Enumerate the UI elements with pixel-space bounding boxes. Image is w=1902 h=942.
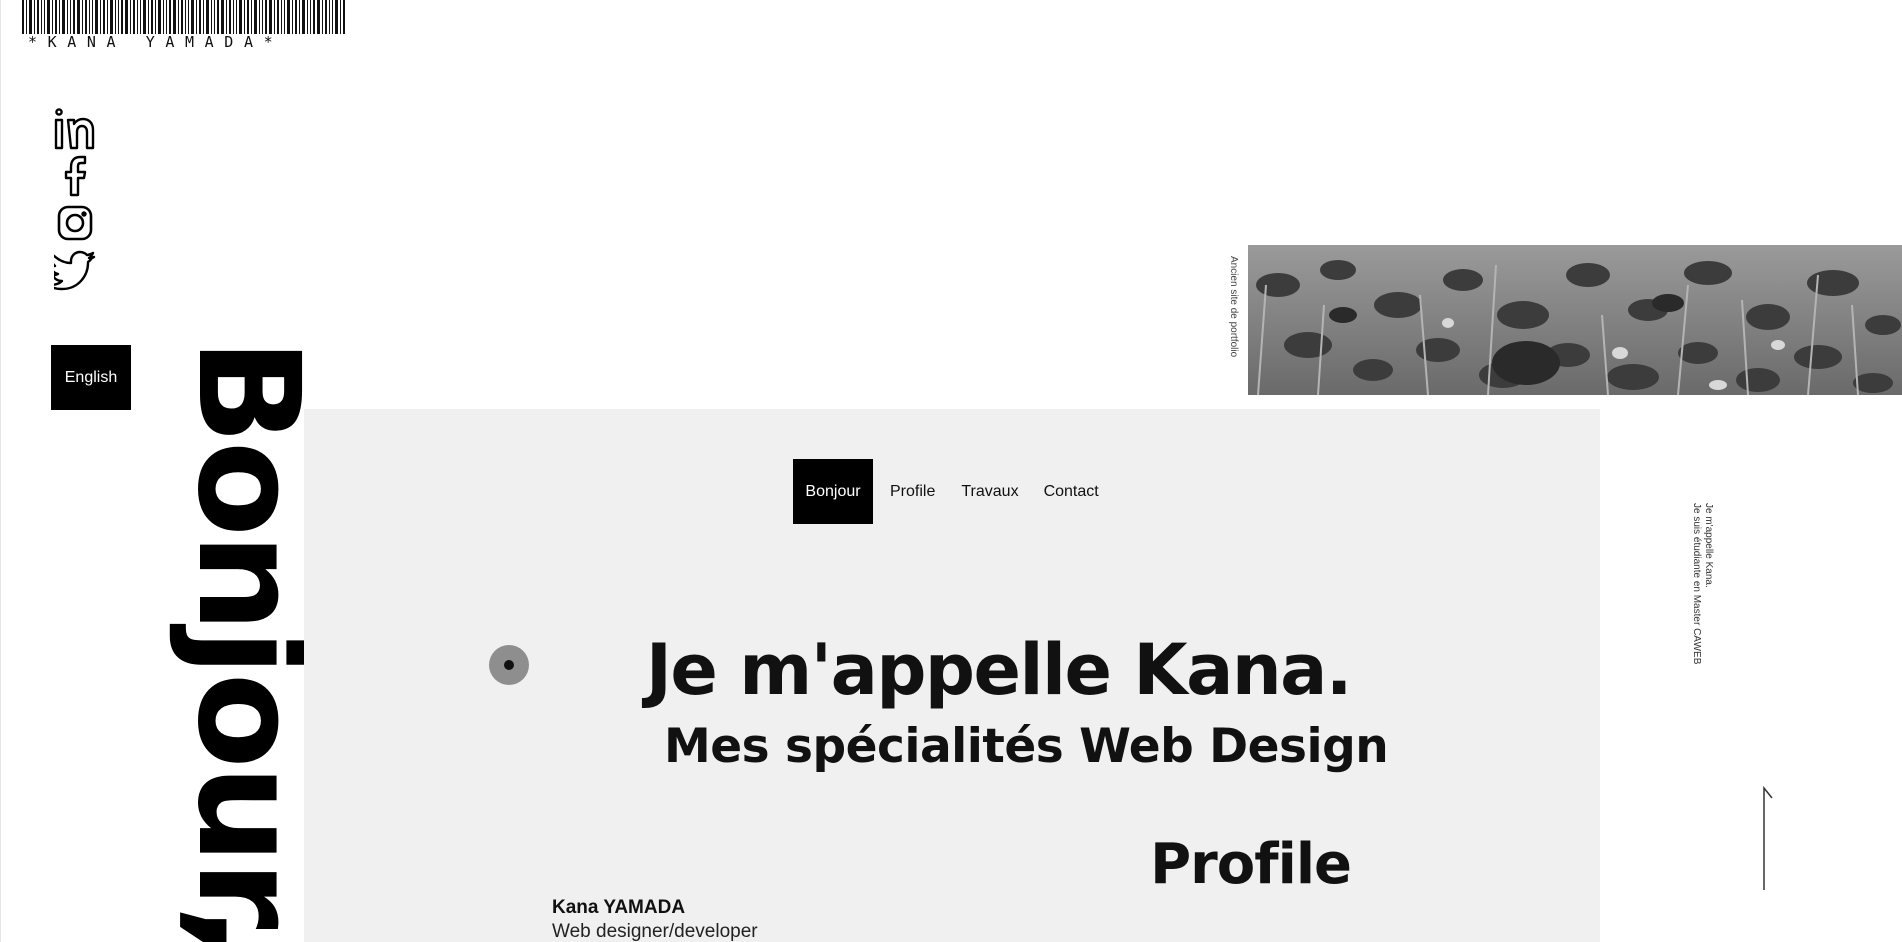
left-edge-divider (0, 0, 1, 942)
old-portfolio-label-text: Ancien site de portfolio (1228, 256, 1239, 358)
language-button[interactable]: English (51, 345, 131, 410)
nav-bonjour[interactable]: Bonjour (793, 459, 873, 524)
side-title-text: Bonjour, (166, 338, 329, 942)
twitter-icon (54, 250, 96, 291)
scroll-up-arrow-icon[interactable] (1752, 785, 1776, 890)
twitter-link[interactable] (54, 249, 96, 291)
linkedin-icon (54, 108, 95, 150)
page: *KANA YAMADA* English Bonjour, Bonjour P… (0, 0, 1902, 942)
social-links (54, 108, 96, 296)
nav-profile[interactable]: Profile (890, 459, 935, 524)
poppy-field-image (1248, 245, 1902, 395)
nav-travaux[interactable]: Travaux (961, 459, 1018, 524)
barcode-logo[interactable]: *KANA YAMADA* (22, 0, 347, 52)
profile-section-title: Profile (1150, 832, 1352, 897)
old-portfolio-label: Ancien site de portfolio (1225, 256, 1241, 376)
main-nav: Bonjour Profile Travaux Contact (793, 459, 1099, 524)
nav-contact[interactable]: Contact (1044, 459, 1099, 524)
profile-role: Web designer/developer (552, 921, 758, 942)
hero-subheadline: Mes spécialités Web Design (664, 719, 1389, 774)
intro-vertical-text: Je m'appelle Kana. Je suis étudiante en … (1690, 503, 1720, 683)
logo-text: *KANA YAMADA* (28, 33, 284, 51)
profile-name: Kana YAMADA (552, 897, 686, 918)
intro-line-2: Je suis étudiante en Master CAWEB (1691, 503, 1702, 665)
facebook-icon (64, 155, 87, 197)
instagram-link[interactable] (54, 202, 96, 244)
cursor-indicator[interactable] (489, 645, 529, 685)
linkedin-link[interactable] (54, 108, 96, 150)
hero-headline: Je m'appelle Kana. (645, 629, 1353, 711)
barcode-icon (22, 0, 345, 34)
facebook-link[interactable] (54, 155, 96, 197)
side-title: Bonjour, (166, 338, 329, 942)
instagram-icon (57, 205, 93, 241)
old-portfolio-image-link[interactable] (1248, 245, 1902, 395)
intro-line-1: Je m'appelle Kana. (1703, 503, 1714, 588)
